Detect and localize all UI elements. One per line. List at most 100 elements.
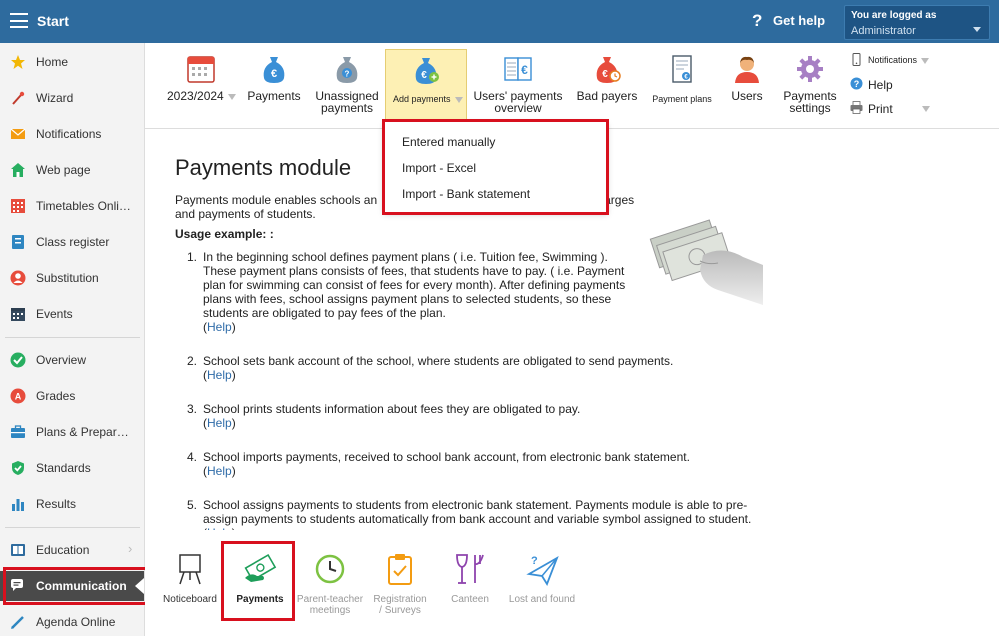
- phone-icon: [852, 53, 861, 66]
- help-link[interactable]: Help: [207, 320, 232, 334]
- sidebar-item-results[interactable]: Results: [0, 489, 144, 519]
- app-title[interactable]: Start: [37, 13, 69, 29]
- sidebar-item-label: Overview: [36, 353, 87, 367]
- sidebar-item-label: Wizard: [36, 91, 74, 105]
- settings-label-2: settings: [789, 101, 831, 115]
- payments-settings-button[interactable]: Payments settings: [777, 43, 843, 129]
- app-label: Canteen: [451, 594, 489, 605]
- chevron-down-icon: [227, 93, 236, 100]
- grades-icon: A: [10, 388, 26, 404]
- app-registration-surveys[interactable]: Registration / Surveys: [362, 530, 438, 636]
- svg-text:?: ?: [854, 79, 860, 89]
- highlight-dropdown: [382, 119, 609, 215]
- add-payments-button[interactable]: € Add payments: [385, 49, 467, 123]
- help-link[interactable]: Help: [207, 464, 232, 478]
- book-icon: [11, 544, 25, 556]
- sidebar-item-education[interactable]: Education ›: [0, 535, 144, 565]
- app-noticeboard[interactable]: Noticeboard: [152, 530, 228, 636]
- help-menu[interactable]: ? Help: [848, 75, 918, 95]
- notifications-menu[interactable]: Notifications: [848, 51, 938, 71]
- school-year-selector[interactable]: 2023/2024: [162, 43, 240, 129]
- users-button[interactable]: Users: [725, 43, 769, 129]
- check-circle-icon: [10, 352, 26, 368]
- app-label: Registration / Surveys: [373, 594, 427, 616]
- unassigned-payments-button[interactable]: ? Unassigned payments: [311, 43, 383, 129]
- sidebar-item-notifications[interactable]: Notifications: [0, 119, 144, 149]
- sidebar-item-events[interactable]: Events: [0, 299, 144, 329]
- intro-text: Payments module enables schools an: [175, 193, 378, 207]
- money-bag-add-icon: €: [415, 58, 439, 84]
- chevron-down-icon: [922, 106, 930, 112]
- clock-icon: [315, 554, 345, 584]
- canteen-icon: [456, 554, 484, 584]
- sidebar-item-substitution[interactable]: Substitution: [0, 263, 144, 293]
- school-year-label: 2023/2024: [167, 89, 224, 103]
- sidebar-divider: [5, 527, 140, 528]
- user-account-menu[interactable]: You are logged as Administrator: [844, 5, 990, 40]
- get-help-button[interactable]: Get help: [773, 13, 825, 28]
- pen-icon: [11, 616, 24, 629]
- sidebar-item-standards[interactable]: Standards: [0, 453, 144, 483]
- chevron-down-icon: [454, 96, 463, 103]
- sidebar-item-label: Agenda Online: [36, 615, 116, 629]
- help-link[interactable]: Help: [207, 416, 232, 430]
- sidebar-item-timetables[interactable]: Timetables Online: [0, 191, 144, 221]
- highlight-payments-app: [221, 541, 295, 621]
- payments-button[interactable]: € Payments: [243, 43, 305, 129]
- app-label: Lost and found: [508, 594, 576, 605]
- wand-icon: [12, 91, 25, 105]
- users-payments-overview-button[interactable]: € Users' payments overview: [471, 43, 565, 129]
- sidebar-item-overview[interactable]: Overview: [0, 345, 144, 375]
- sidebar-item-label: Home: [36, 55, 69, 69]
- svg-text:€: €: [521, 63, 528, 77]
- chevron-down-icon: [973, 27, 981, 32]
- app-label: Parent-teacher meetings: [296, 594, 364, 616]
- payment-plans-label: Payment plans: [652, 94, 712, 104]
- user-icon: [735, 56, 759, 83]
- sidebar-item-home[interactable]: Home: [0, 47, 144, 77]
- print-menu[interactable]: Print: [848, 99, 938, 119]
- help-circle-icon: ?: [850, 77, 863, 90]
- person-icon: [10, 270, 26, 286]
- paper-plane-question-icon: ?: [526, 555, 559, 586]
- help-link[interactable]: Help: [207, 368, 232, 382]
- briefcase-icon: [11, 425, 25, 438]
- app-parent-teacher-meetings[interactable]: Parent-teacher meetings: [292, 530, 368, 636]
- sidebar-item-label: Class register: [36, 235, 110, 249]
- money-hand-illustration: [649, 219, 763, 305]
- sidebar-item-label: Results: [36, 497, 77, 511]
- printer-icon: [850, 101, 863, 114]
- svg-text:?: ?: [531, 555, 538, 567]
- noticeboard-icon: [179, 554, 201, 585]
- clipboard-check-icon: [388, 554, 412, 585]
- highlight-communication: [3, 567, 152, 605]
- sidebar-item-label: Notifications: [36, 127, 102, 141]
- sidebar-item-label: Education: [36, 543, 90, 557]
- print-label: Print: [868, 102, 893, 116]
- sidebar-item-web-page[interactable]: Web page: [0, 155, 144, 185]
- notifications-label: Notifications: [868, 55, 918, 65]
- logged-as-label: You are logged as: [851, 10, 937, 21]
- users-label: Users: [731, 89, 763, 103]
- bar-chart-icon: [12, 499, 24, 511]
- money-bag-icon: €: [263, 57, 285, 83]
- sidebar-item-plans[interactable]: Plans & Preparations: [0, 417, 144, 447]
- shield-check-icon: [12, 461, 24, 475]
- sidebar: Home Wizard Notifications Web page Timet…: [0, 43, 145, 636]
- sidebar-item-class-register[interactable]: Class register: [0, 227, 144, 257]
- hamburger-menu-icon[interactable]: [10, 13, 28, 28]
- help-question-icon[interactable]: ?: [752, 11, 762, 31]
- user-name: Administrator: [851, 25, 916, 37]
- payment-plans-button[interactable]: € Payment plans: [646, 43, 718, 129]
- svg-text:€: €: [421, 70, 427, 81]
- sidebar-item-label: Substitution: [36, 271, 99, 285]
- sidebar-item-agenda-online[interactable]: Agenda Online: [0, 607, 144, 637]
- app-canteen[interactable]: Canteen: [432, 530, 508, 636]
- sidebar-item-grades[interactable]: A Grades: [0, 381, 144, 411]
- payments-label: Payments: [247, 89, 301, 103]
- bad-payers-button[interactable]: € Bad payers: [573, 43, 641, 129]
- sidebar-item-wizard[interactable]: Wizard: [0, 83, 144, 113]
- svg-text:A: A: [15, 392, 22, 402]
- register-icon: [12, 235, 24, 249]
- app-lost-and-found[interactable]: ? Lost and found: [502, 530, 582, 636]
